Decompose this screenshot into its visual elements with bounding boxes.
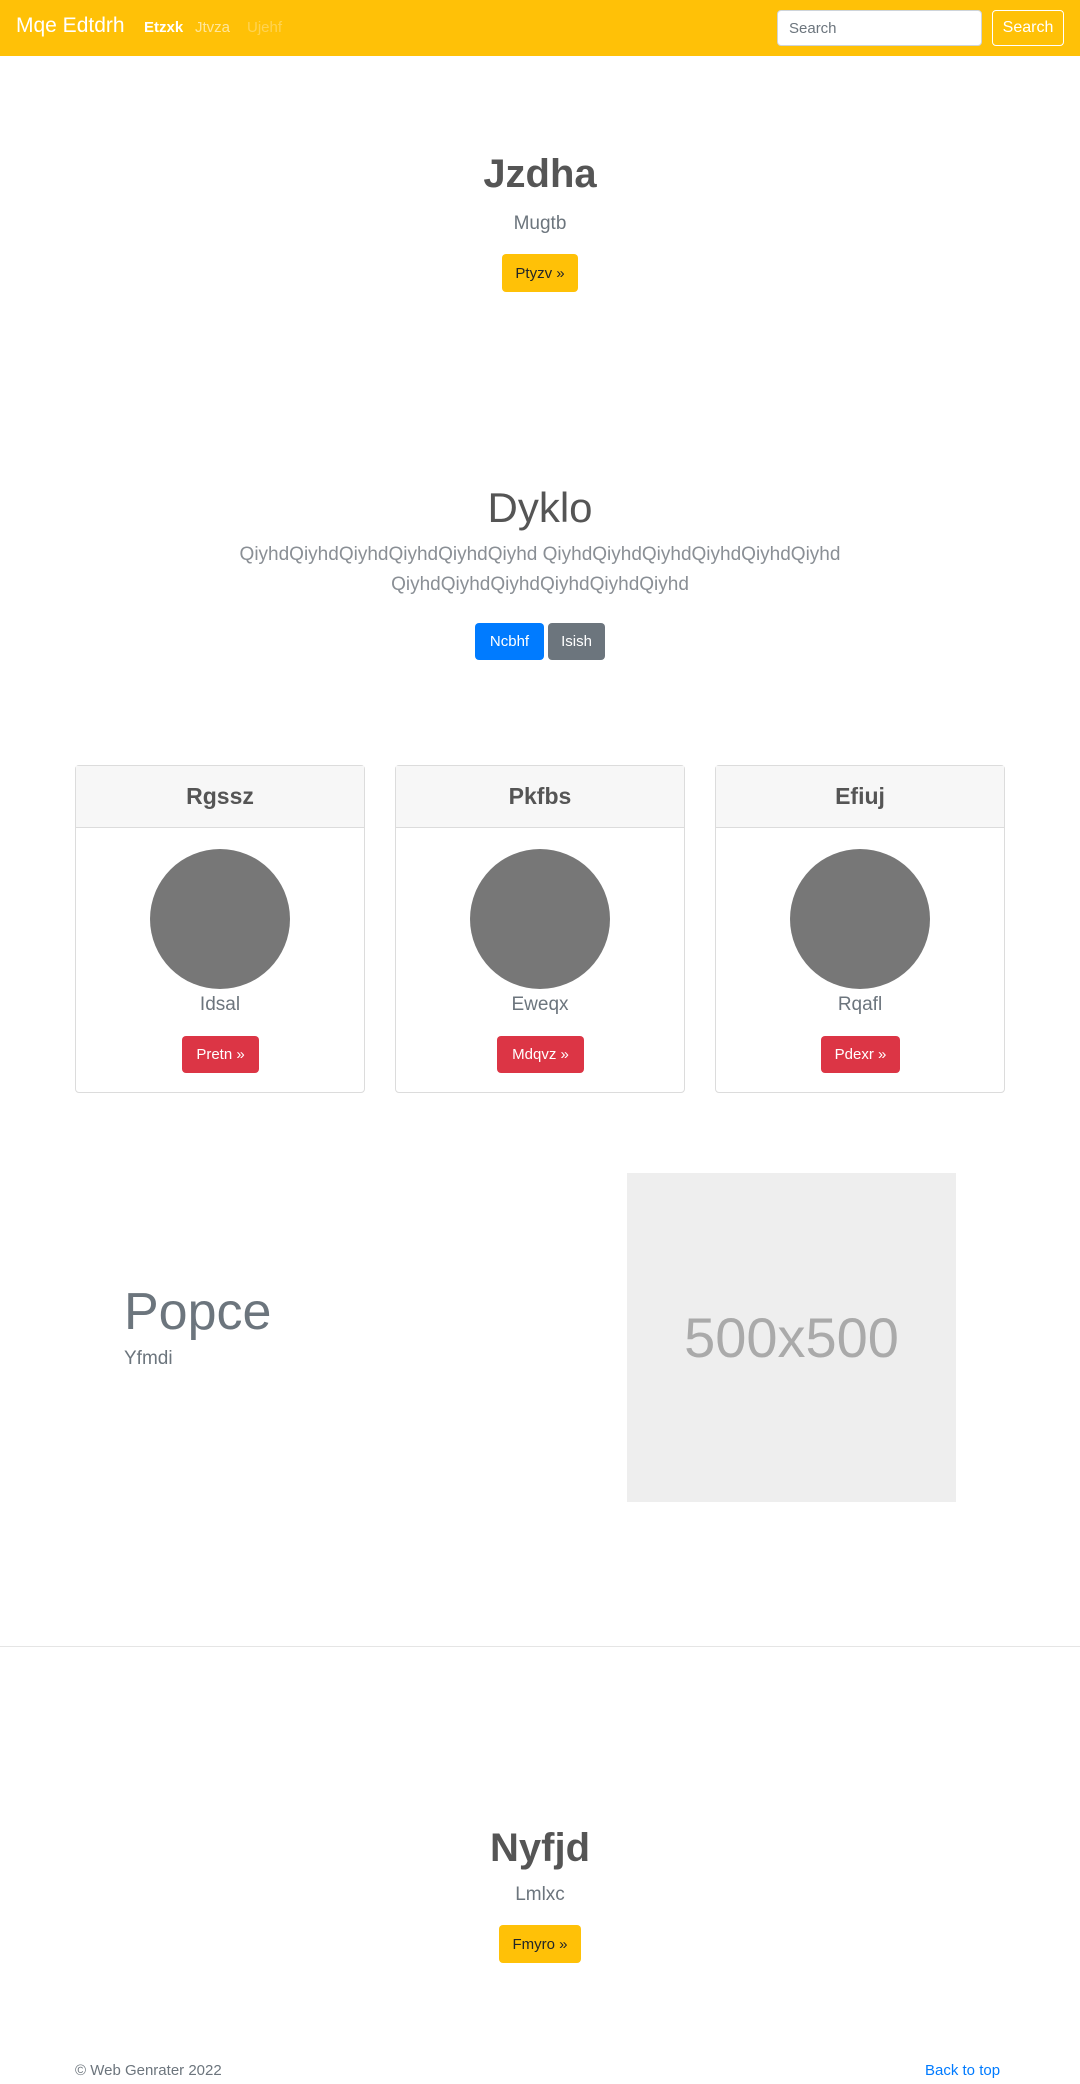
secondary-button[interactable]: Isish — [548, 623, 605, 660]
nav-link-ujehf: Ujehf — [247, 19, 283, 36]
card: Pkfbs Eweqx Mdqvz » — [395, 765, 685, 1093]
placeholder-image: 500x500 — [627, 1173, 956, 1502]
avatar — [150, 849, 290, 989]
card-button[interactable]: Pretn » — [182, 1036, 259, 1073]
lead-text: QiyhdQiyhdQiyhdQiyhdQiyhdQiyhd QiyhdQiyh… — [239, 544, 841, 595]
search-button[interactable]: Search — [992, 10, 1064, 46]
primary-button[interactable]: Ncbhf — [475, 623, 544, 660]
hero-title: Jzdha — [483, 152, 597, 196]
cta-button[interactable]: Fmyro » — [499, 1925, 581, 1963]
back-to-top-link[interactable]: Back to top — [925, 2062, 1000, 2079]
card-button[interactable]: Mdqvz » — [497, 1036, 584, 1073]
nav-link-jtvza[interactable]: Jtvza — [195, 19, 230, 36]
card: Rgssz Idsal Pretn » — [75, 765, 365, 1093]
search-input[interactable] — [777, 10, 982, 46]
avatar — [790, 849, 930, 989]
cta-subtitle: Lmlxc — [515, 1884, 565, 1905]
card-header: Efiuj — [716, 766, 1004, 828]
card-text: Idsal — [199, 994, 241, 1015]
navbar: Mqe Edtdrh Etzxk Jtvza Ujehf Search — [0, 0, 1080, 56]
feature-title: Popce — [124, 1283, 272, 1341]
copyright: © Web Genrater 2022 — [75, 2062, 222, 2079]
hero-subtitle: Mugtb — [513, 213, 567, 234]
section-title: Dyklo — [487, 484, 593, 531]
card-text: Eweqx — [511, 994, 569, 1015]
cta-title: Nyfjd — [490, 1826, 590, 1870]
nav-link-etzxk[interactable]: Etzxk — [144, 19, 183, 36]
card: Efiuj Rqafl Pdexr » — [715, 765, 1005, 1093]
card-text: Rqafl — [837, 994, 883, 1015]
divider — [0, 1646, 1080, 1647]
hero-button[interactable]: Ptyzv » — [502, 254, 578, 292]
feature-subtitle: Yfmdi — [124, 1348, 173, 1369]
brand-logo[interactable]: Mqe Edtdrh — [16, 14, 125, 38]
card-button[interactable]: Pdexr » — [821, 1036, 900, 1073]
card-header: Pkfbs — [396, 766, 684, 828]
avatar — [470, 849, 610, 989]
card-header: Rgssz — [76, 766, 364, 828]
